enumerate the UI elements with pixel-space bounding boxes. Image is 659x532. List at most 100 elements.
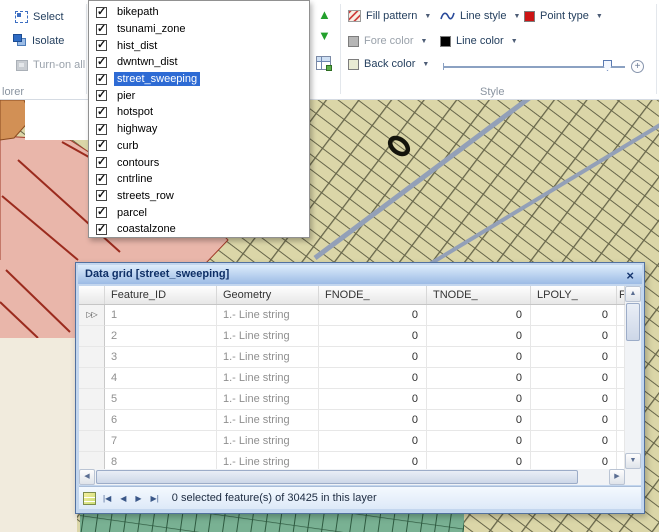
slider-plus-button[interactable]: + (631, 60, 644, 73)
checkbox-checked-icon[interactable]: ✓ (96, 140, 107, 151)
cell-partial[interactable] (617, 305, 625, 326)
cell-tnode[interactable]: 0 (427, 368, 531, 389)
cell-geometry[interactable]: 1.- Line string (217, 347, 319, 368)
cell-tnode[interactable]: 0 (427, 452, 531, 469)
fill-pattern-button[interactable]: Fill pattern ▼ (348, 10, 431, 22)
checkbox-checked-icon[interactable]: ✓ (96, 74, 107, 85)
table-row[interactable]: 6 1.- Line string 0 0 0 (79, 410, 625, 431)
table-row[interactable]: 2 1.- Line string 0 0 0 (79, 326, 625, 347)
cell-lpoly[interactable]: 0 (531, 431, 617, 452)
table-row[interactable]: 7 1.- Line string 0 0 0 (79, 431, 625, 452)
vertical-scroll-thumb[interactable] (626, 303, 640, 341)
scroll-right-icon[interactable]: ▶ (609, 469, 625, 485)
cell-lpoly[interactable]: 0 (531, 368, 617, 389)
checkbox-checked-icon[interactable]: ✓ (96, 224, 107, 235)
layer-item-streets-row[interactable]: ✓ streets_row (89, 188, 309, 205)
layer-item-parcel[interactable]: ✓ parcel (89, 204, 309, 221)
cell-feature-id[interactable]: 3 (105, 347, 217, 368)
layer-item-curb[interactable]: ✓ curb (89, 138, 309, 155)
checkbox-checked-icon[interactable]: ✓ (96, 174, 107, 185)
column-header-geometry[interactable]: Geometry (217, 286, 319, 304)
checkbox-checked-icon[interactable]: ✓ (96, 107, 107, 118)
cell-lpoly[interactable]: 0 (531, 326, 617, 347)
cell-fnode[interactable]: 0 (319, 389, 427, 410)
move-layer-up-button[interactable]: ▲ (318, 8, 331, 21)
line-style-button[interactable]: Line style ▼ (440, 10, 520, 22)
cell-feature-id[interactable]: 5 (105, 389, 217, 410)
cell-tnode[interactable]: 0 (427, 347, 531, 368)
table-row[interactable]: 4 1.- Line string 0 0 0 (79, 368, 625, 389)
nav-first-button[interactable]: |◀ (101, 494, 113, 503)
horizontal-scrollbar[interactable]: ◀ ▶ (79, 469, 625, 485)
cell-feature-id[interactable]: 4 (105, 368, 217, 389)
nav-last-button[interactable]: ▶| (149, 494, 161, 503)
cell-tnode[interactable]: 0 (427, 389, 531, 410)
column-header-partial[interactable]: F (617, 286, 625, 304)
column-header-tnode[interactable]: TNODE_ (427, 286, 531, 304)
cell-lpoly[interactable]: 0 (531, 305, 617, 326)
checkbox-checked-icon[interactable]: ✓ (96, 57, 107, 68)
window-titlebar[interactable]: Data grid [street_sweeping] × (78, 265, 642, 284)
layer-item-hotspot[interactable]: ✓ hotspot (89, 104, 309, 121)
cell-tnode[interactable]: 0 (427, 305, 531, 326)
checkbox-checked-icon[interactable]: ✓ (96, 24, 107, 35)
cell-fnode[interactable]: 0 (319, 305, 427, 326)
table-row[interactable]: 5 1.- Line string 0 0 0 (79, 389, 625, 410)
checkbox-checked-icon[interactable]: ✓ (96, 190, 107, 201)
row-selector[interactable] (79, 389, 105, 410)
cell-partial[interactable] (617, 389, 625, 410)
cell-feature-id[interactable]: 8 (105, 452, 217, 469)
data-grid-button[interactable] (316, 56, 331, 70)
table-row[interactable]: 8 1.- Line string 0 0 0 (79, 452, 625, 469)
cell-feature-id[interactable]: 2 (105, 326, 217, 347)
row-selector[interactable] (79, 347, 105, 368)
line-color-button[interactable]: Line color ▼ (440, 35, 518, 47)
layer-item-bikepath[interactable]: ✓ bikepath (89, 4, 309, 21)
checkbox-checked-icon[interactable]: ✓ (96, 157, 107, 168)
column-header-lpoly[interactable]: LPOLY_ (531, 286, 617, 304)
cell-feature-id[interactable]: 6 (105, 410, 217, 431)
layer-item-street-sweeping[interactable]: ✓ street_sweeping (89, 71, 309, 88)
move-layer-down-button[interactable]: ▼ (318, 29, 331, 42)
checkbox-checked-icon[interactable]: ✓ (96, 207, 107, 218)
cell-lpoly[interactable]: 0 (531, 347, 617, 368)
layer-item-dwntwn-dist[interactable]: ✓ dwntwn_dist (89, 54, 309, 71)
scroll-down-icon[interactable]: ▼ (625, 453, 641, 469)
layer-item-highway[interactable]: ✓ highway (89, 121, 309, 138)
cell-geometry[interactable]: 1.- Line string (217, 326, 319, 347)
scroll-left-icon[interactable]: ◀ (79, 469, 95, 485)
row-selector[interactable]: ▷▷ (79, 305, 105, 326)
nav-next-button[interactable]: ▶ (133, 494, 143, 503)
cell-partial[interactable] (617, 431, 625, 452)
layer-item-coastalzone[interactable]: ✓ coastalzone (89, 221, 309, 238)
checkbox-checked-icon[interactable]: ✓ (96, 90, 107, 101)
horizontal-scroll-thumb[interactable] (96, 470, 578, 484)
checkbox-checked-icon[interactable]: ✓ (96, 40, 107, 51)
cell-partial[interactable] (617, 410, 625, 431)
cell-feature-id[interactable]: 7 (105, 431, 217, 452)
cell-fnode[interactable]: 0 (319, 410, 427, 431)
row-selector[interactable] (79, 368, 105, 389)
cell-fnode[interactable]: 0 (319, 347, 427, 368)
cell-geometry[interactable]: 1.- Line string (217, 410, 319, 431)
cell-tnode[interactable]: 0 (427, 431, 531, 452)
column-header-fnode[interactable]: FNODE_ (319, 286, 427, 304)
cell-tnode[interactable]: 0 (427, 410, 531, 431)
cell-lpoly[interactable]: 0 (531, 452, 617, 469)
cell-fnode[interactable]: 0 (319, 452, 427, 469)
select-button[interactable]: Select (15, 11, 64, 23)
cell-partial[interactable] (617, 452, 625, 469)
checkbox-checked-icon[interactable]: ✓ (96, 124, 107, 135)
append-record-icon[interactable] (83, 492, 96, 505)
column-header-feature-id[interactable]: Feature_ID (105, 286, 217, 304)
cell-partial[interactable] (617, 326, 625, 347)
layer-item-contours[interactable]: ✓ contours (89, 154, 309, 171)
row-selector[interactable] (79, 431, 105, 452)
cell-partial[interactable] (617, 347, 625, 368)
cell-partial[interactable] (617, 368, 625, 389)
cell-geometry[interactable]: 1.- Line string (217, 431, 319, 452)
table-row[interactable]: ▷▷ 1 1.- Line string 0 0 0 (79, 305, 625, 326)
row-selector[interactable] (79, 326, 105, 347)
cell-fnode[interactable]: 0 (319, 368, 427, 389)
nav-prev-button[interactable]: ◀ (118, 494, 128, 503)
